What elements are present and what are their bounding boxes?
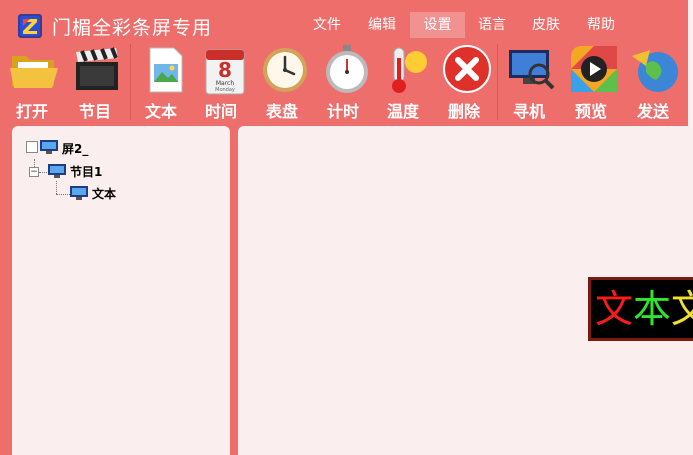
program-label: 节目 [78, 102, 111, 121]
tree-screen-node[interactable]: 屏2_ [62, 140, 88, 157]
menu-file[interactable]: 文件 [305, 12, 349, 38]
clapperboard-icon [76, 47, 118, 90]
menu-settings[interactable]: 设置 [410, 12, 465, 38]
find-device-button[interactable]: 寻机 [499, 42, 559, 121]
led-char: 文 [671, 287, 693, 331]
open-label: 打开 [15, 102, 48, 121]
tree-text-node[interactable]: 文本 [92, 185, 116, 202]
preview-button[interactable]: 预览 [561, 42, 621, 121]
monitor-search-icon [509, 50, 555, 90]
toolbar-divider [130, 44, 131, 120]
text-document-icon [149, 47, 183, 93]
collapse-toggle-icon[interactable]: − [29, 167, 39, 177]
time-label: 时间 [204, 102, 237, 121]
send-button[interactable]: 发送 [622, 42, 684, 121]
find-device-label: 寻机 [512, 102, 545, 121]
delete-button[interactable]: 删除 [434, 42, 494, 121]
clock-button[interactable]: 表盘 [252, 42, 312, 121]
led-text: 文本文 [595, 286, 693, 332]
program-tree-panel: 屏2_ − 节目1 文本 [12, 126, 230, 455]
play-icon [571, 46, 617, 92]
text-button[interactable]: 文本 [132, 42, 190, 121]
monitor-icon [40, 140, 58, 154]
stopwatch-label: 计时 [326, 102, 359, 121]
calendar-weekday: Monday [215, 87, 235, 93]
app-title: 门楣全彩条屏专用 [52, 17, 213, 39]
led-char: 文 [595, 287, 634, 331]
send-globe-icon [632, 50, 678, 92]
calendar-icon: 8 March Monday [205, 49, 245, 95]
tree-line [56, 181, 58, 194]
tree-line [39, 172, 47, 174]
led-display-area[interactable]: 文本文 [588, 277, 693, 341]
text-label: 文本 [144, 102, 177, 121]
led-char: 本 [633, 287, 672, 331]
menu-skin[interactable]: 皮肤 [524, 12, 568, 38]
title-bar: 门楣全彩条屏专用 文件 编辑 设置 语言 皮肤 帮助 [0, 0, 688, 44]
stopwatch-icon [326, 45, 368, 93]
open-button[interactable]: 打开 [2, 42, 62, 121]
preview-canvas: 文本文 [238, 126, 693, 455]
toolbar-divider [497, 44, 498, 120]
folder-icon [10, 56, 58, 88]
screen-checkbox[interactable] [26, 141, 38, 153]
temperature-button[interactable]: 温度 [374, 42, 432, 121]
menu-help[interactable]: 帮助 [579, 12, 623, 38]
send-label: 发送 [636, 102, 669, 121]
menu-language[interactable]: 语言 [470, 12, 514, 38]
thermometer-icon [392, 47, 427, 93]
app-logo-icon [18, 14, 42, 38]
preview-label: 预览 [574, 102, 607, 121]
time-button[interactable]: 8 March Monday 时间 [192, 42, 250, 121]
app-window: 门楣全彩条屏专用 文件 编辑 设置 语言 皮肤 帮助 打开 节目 文本 8 Ma… [0, 0, 693, 455]
menu-edit[interactable]: 编辑 [360, 12, 404, 38]
delete-label: 删除 [447, 102, 480, 121]
clock-label: 表盘 [265, 102, 298, 121]
tree-program-node[interactable]: 节目1 [70, 163, 102, 180]
calendar-month: March [216, 80, 234, 87]
monitor-icon [48, 164, 66, 178]
monitor-icon [70, 186, 88, 200]
temperature-label: 温度 [386, 102, 419, 121]
program-button[interactable]: 节目 [64, 42, 126, 121]
stopwatch-button[interactable]: 计时 [314, 42, 372, 121]
delete-icon [443, 45, 491, 93]
clock-icon [263, 48, 307, 92]
calendar-day: 8 [218, 58, 232, 82]
tree-line [56, 194, 70, 196]
